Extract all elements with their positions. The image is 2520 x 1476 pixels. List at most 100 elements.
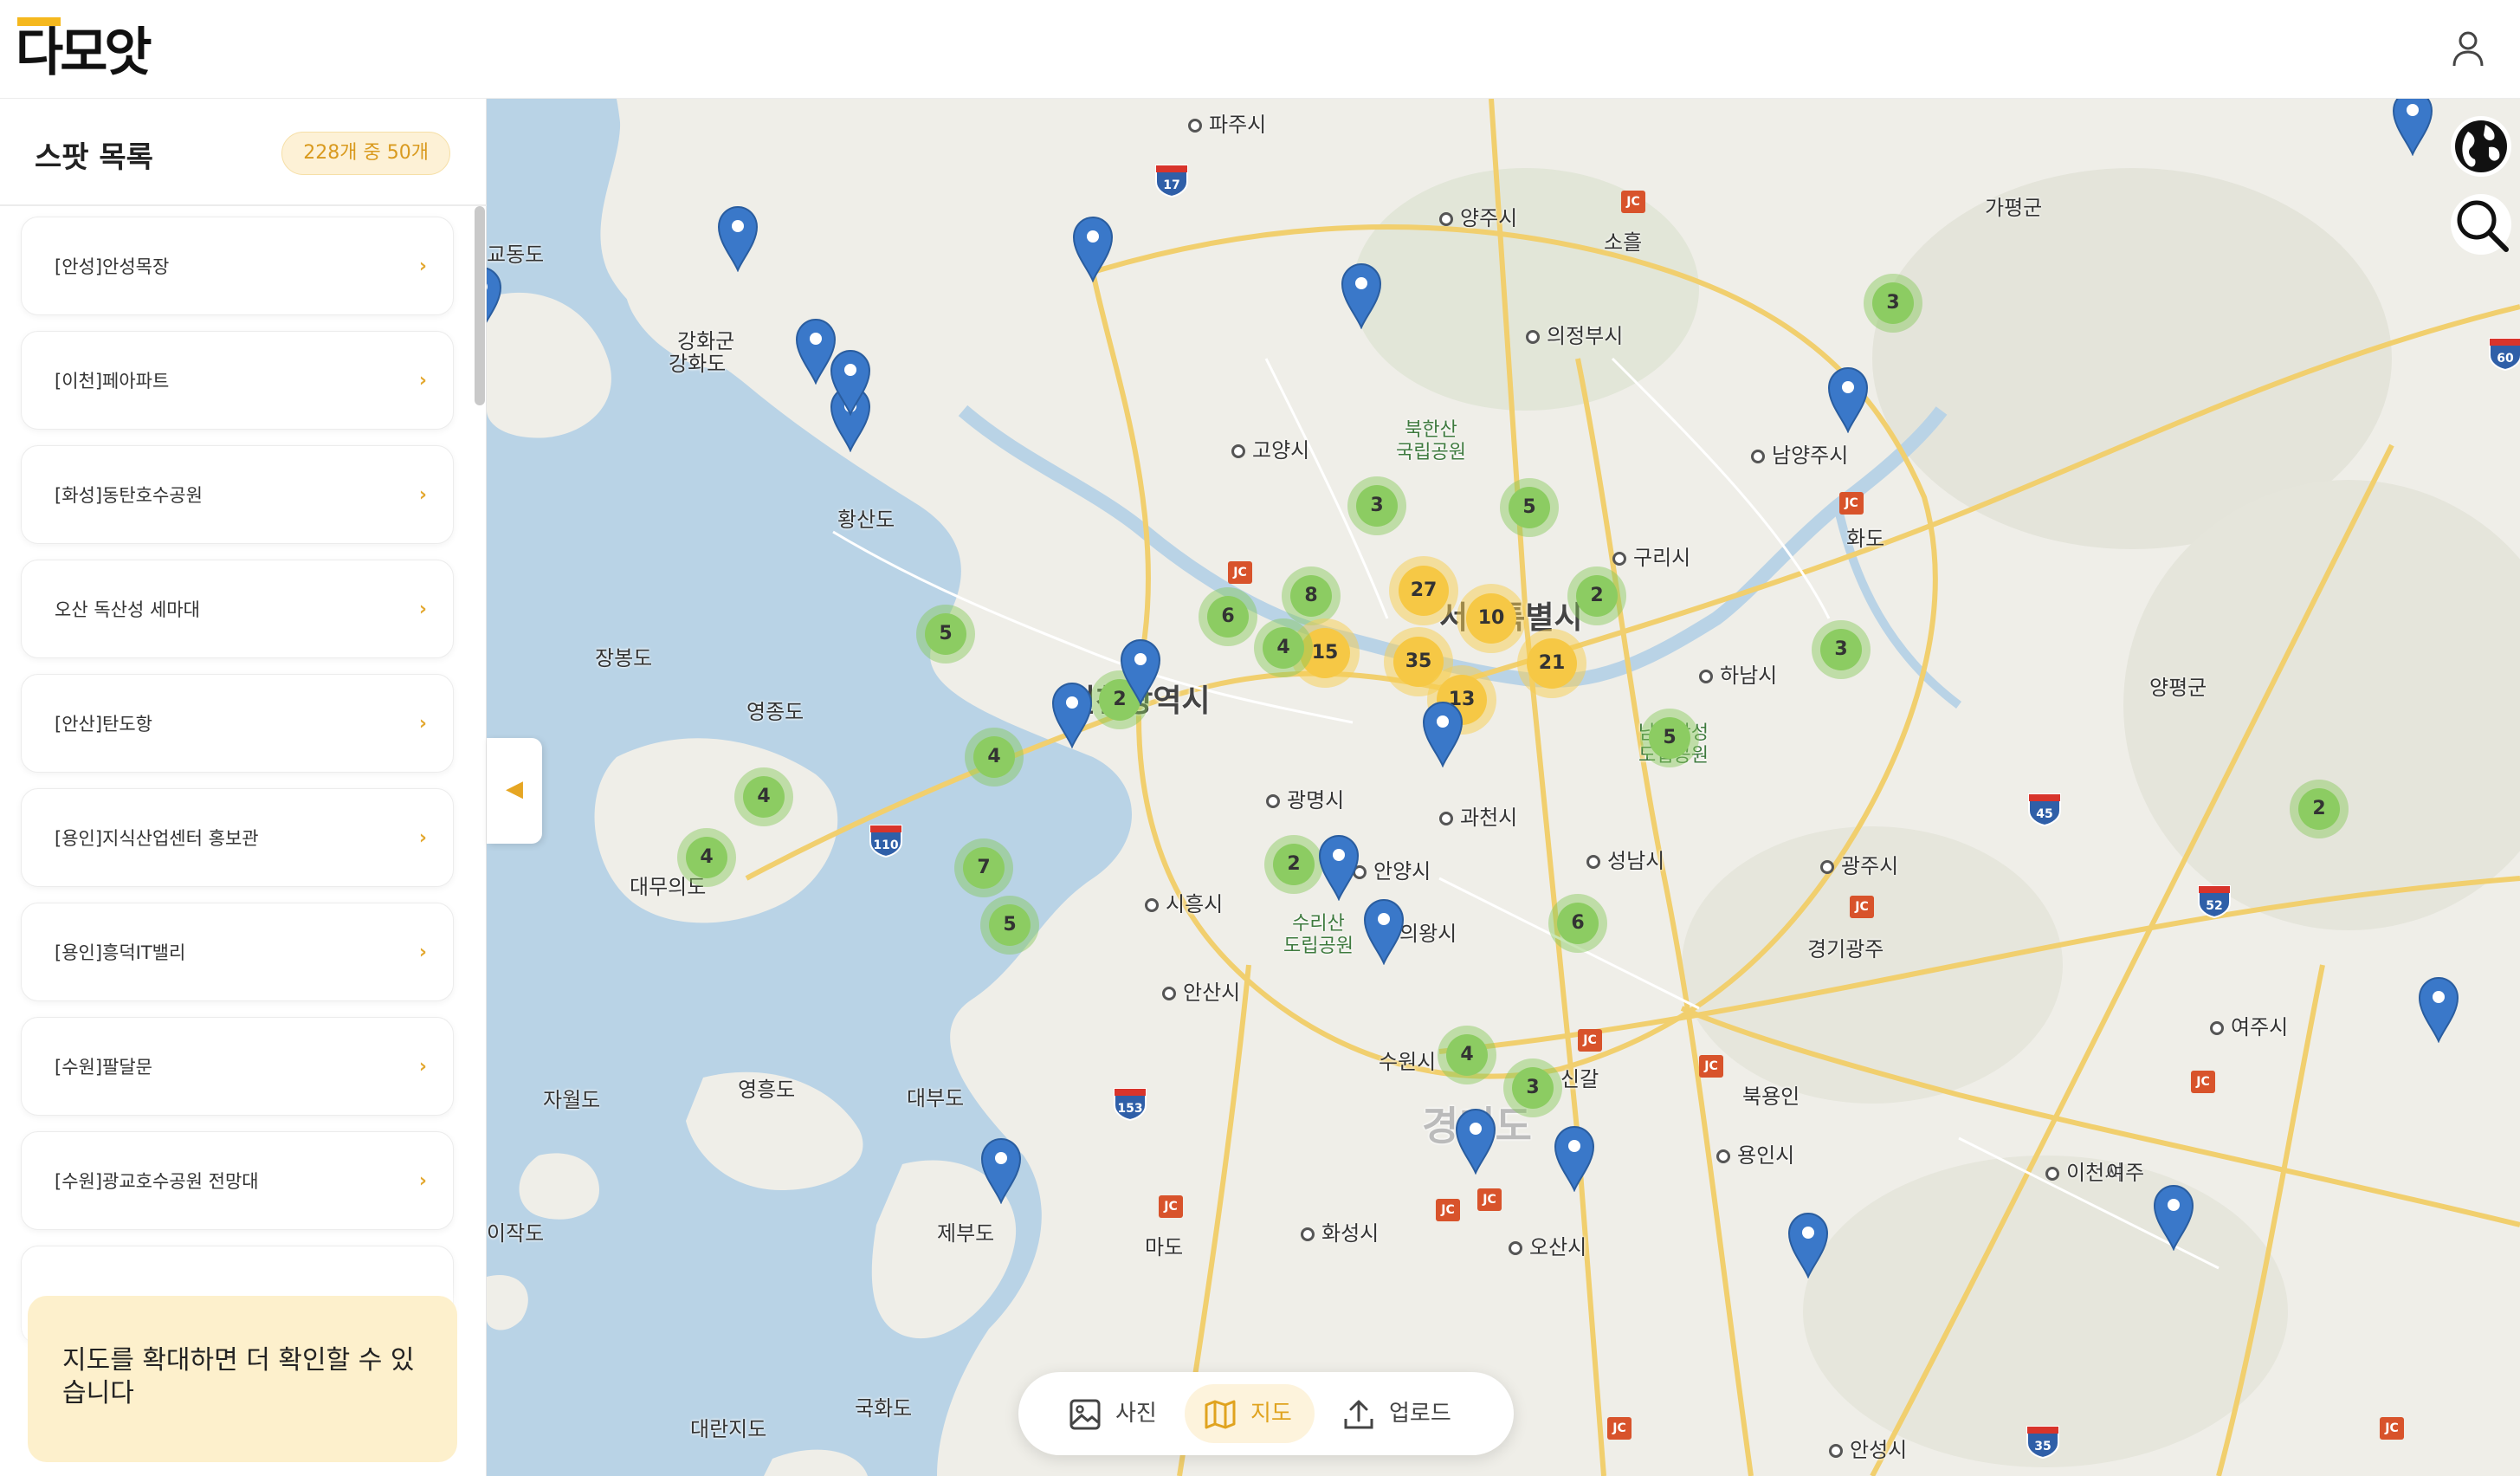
map-cluster-marker[interactable]: 5 xyxy=(980,896,1039,955)
map-pin-marker[interactable] xyxy=(1316,833,1361,902)
map-cluster-marker[interactable]: 3 xyxy=(1812,620,1871,679)
map-pin-marker[interactable] xyxy=(1786,1211,1831,1279)
junction-marker: JC xyxy=(1607,1417,1632,1440)
tab-map-label: 지도 xyxy=(1250,1401,1292,1427)
spot-item[interactable]: [이천]페아파트 › xyxy=(21,331,454,430)
cluster-count: 4 xyxy=(743,776,785,818)
map-cluster-marker[interactable]: 4 xyxy=(1254,618,1313,677)
junction-marker: JC xyxy=(1436,1199,1460,1221)
map-pin-marker[interactable] xyxy=(979,1136,1024,1205)
map-cluster-marker[interactable]: 3 xyxy=(1503,1058,1562,1117)
map-cluster-marker[interactable]: 6 xyxy=(1199,587,1257,646)
map-pin-icon xyxy=(1341,262,1382,330)
map-cluster-marker[interactable]: 2 xyxy=(1567,566,1626,625)
cluster-count: 21 xyxy=(1527,638,1577,689)
map-cluster-marker[interactable]: 21 xyxy=(1517,629,1586,698)
map-pin-marker[interactable] xyxy=(1361,897,1406,966)
map-place-label: 파주시 xyxy=(1188,107,1266,138)
map-cluster-marker[interactable]: 4 xyxy=(677,828,736,887)
spot-item-label: [안성]안성목장 xyxy=(55,256,170,277)
map-pin-marker[interactable] xyxy=(1420,700,1465,768)
map-cluster-marker[interactable]: 5 xyxy=(916,605,975,664)
map-cluster-marker[interactable]: 5 xyxy=(1640,709,1699,767)
map-pin-marker[interactable] xyxy=(1118,638,1163,706)
map-place-label: 제부도 xyxy=(937,1221,995,1246)
road-number-shield: 153 xyxy=(1112,1086,1148,1122)
spot-item[interactable]: [용인]지식산업센터 홍보관 › xyxy=(21,788,454,887)
spot-list-scrollbar[interactable] xyxy=(475,206,485,405)
map-pin-icon xyxy=(1072,216,1114,283)
spot-item[interactable]: [수원]광교호수공원 전망대 › xyxy=(21,1131,454,1230)
svg-text:153: 153 xyxy=(1117,1102,1142,1116)
svg-text:45: 45 xyxy=(2036,807,2052,821)
map-pin-icon xyxy=(980,1137,1022,1205)
spot-item[interactable]: [화성]동탄호수공원 › xyxy=(21,445,454,544)
map-pin-marker[interactable] xyxy=(2390,99,2435,157)
map-pin-marker[interactable] xyxy=(1552,1124,1597,1193)
map-place-label: 황산도 xyxy=(837,508,895,532)
map-icon xyxy=(1205,1400,1236,1429)
map-pin-marker[interactable] xyxy=(2151,1183,2196,1252)
cluster-count: 4 xyxy=(1446,1034,1488,1076)
map-pin-marker[interactable] xyxy=(1825,366,1871,434)
caret-left-icon: ◀ xyxy=(506,776,523,802)
map-cluster-marker[interactable]: 4 xyxy=(1438,1026,1496,1084)
spot-item-label: [이천]페아파트 xyxy=(55,371,170,392)
cluster-count: 6 xyxy=(1207,596,1249,638)
map-place-label: 수리산 도립공원 xyxy=(1283,913,1354,957)
app-logo[interactable]: 다모앗 xyxy=(16,16,163,83)
cluster-count: 3 xyxy=(1356,485,1398,527)
map-pin-marker[interactable] xyxy=(1050,681,1095,749)
map-cluster-marker[interactable]: 5 xyxy=(1500,478,1559,537)
spot-item[interactable]: 오산 독산성 세마대 › xyxy=(21,560,454,658)
user-profile-button[interactable] xyxy=(2447,28,2489,69)
map-cluster-marker[interactable]: 2 xyxy=(1264,835,1323,894)
map-cluster-marker[interactable]: 4 xyxy=(734,767,793,826)
chevron-right-icon: › xyxy=(418,1170,427,1192)
cluster-count: 5 xyxy=(1509,487,1550,528)
spot-list[interactable]: [안성]안성목장 › [이천]페아파트 › [화성]동탄호수공원 › 오산 독산성 세… xyxy=(0,208,478,1369)
map-search-button[interactable] xyxy=(2451,194,2511,255)
map-pin-icon xyxy=(1051,682,1093,749)
collapse-sidebar-button[interactable]: ◀ xyxy=(487,738,542,844)
cluster-count: 3 xyxy=(1512,1067,1554,1109)
spot-item[interactable]: [안산]탄도항 › xyxy=(21,674,454,773)
map-pin-marker[interactable] xyxy=(715,204,760,273)
map-pin-marker[interactable] xyxy=(1453,1107,1498,1175)
map-cluster-marker[interactable]: 7 xyxy=(954,838,1013,897)
globe-icon xyxy=(2455,120,2507,172)
map-cluster-marker[interactable]: 3 xyxy=(1864,274,1922,333)
map-place-label: 영종도 xyxy=(746,700,804,724)
map-canvas[interactable]: 파주시 양주시 소흘 의정부시 가평군 강화군 강화도 교동도 고양시 북한산 국립공원 남양주시 화… xyxy=(487,99,2520,1476)
map-cluster-marker[interactable]: 2 xyxy=(2290,780,2349,838)
tab-photo[interactable]: 사진 xyxy=(1050,1384,1179,1443)
map-place-label: 신갈 xyxy=(1560,1067,1599,1091)
map-cluster-marker[interactable]: 27 xyxy=(1389,556,1458,625)
spot-item[interactable]: [안성]안성목장 › xyxy=(21,217,454,315)
tab-photo-label: 사진 xyxy=(1115,1401,1157,1427)
cluster-count: 3 xyxy=(1820,629,1862,670)
map-place-label: 북용인 xyxy=(1742,1084,1800,1109)
road-number-shield: 17 xyxy=(1153,163,1190,198)
map-cluster-marker[interactable]: 10 xyxy=(1457,584,1526,653)
map-cluster-marker[interactable]: 3 xyxy=(1347,476,1406,535)
globe-layer-button[interactable] xyxy=(2451,116,2511,177)
map-cluster-marker[interactable]: 4 xyxy=(965,728,1024,787)
map-cluster-marker[interactable]: 8 xyxy=(1282,566,1341,625)
cluster-count: 2 xyxy=(1576,575,1618,617)
spot-item[interactable]: [수원]팔달문 › xyxy=(21,1017,454,1116)
cluster-count: 5 xyxy=(925,613,966,655)
tab-map[interactable]: 지도 xyxy=(1185,1384,1315,1443)
map-pin-marker[interactable] xyxy=(1339,262,1384,330)
junction-marker: JC xyxy=(2380,1417,2404,1440)
map-cluster-marker[interactable]: 6 xyxy=(1548,894,1607,953)
search-icon xyxy=(2457,200,2509,252)
map-place-label: 대부도 xyxy=(907,1086,965,1110)
spot-item[interactable]: [용인]흥덕IT밸리 › xyxy=(21,903,454,1001)
tab-upload[interactable]: 업로드 xyxy=(1323,1384,1488,1443)
map-pin-marker[interactable] xyxy=(828,348,873,417)
map-pin-marker[interactable] xyxy=(2416,975,2461,1044)
map-pin-marker[interactable] xyxy=(1070,215,1115,283)
map-pin-marker[interactable] xyxy=(487,265,504,333)
upload-icon xyxy=(1344,1400,1373,1429)
